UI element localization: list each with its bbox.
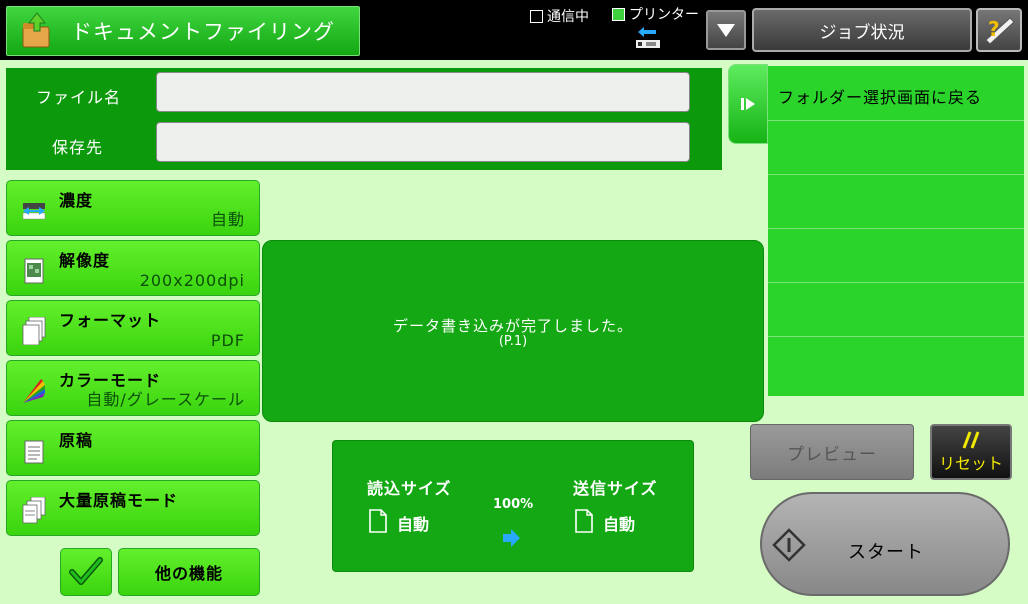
send-size-value: 自動 bbox=[603, 515, 636, 534]
checkmark-icon bbox=[69, 557, 103, 585]
size-panel: 読込サイズ 自動 100% 送信サイズ 自動 bbox=[332, 440, 694, 572]
reset-label: リセット bbox=[938, 454, 1003, 473]
document-icon bbox=[575, 509, 593, 533]
page-indicator: (P.1) bbox=[498, 334, 528, 349]
filename-label: ファイル名 bbox=[36, 88, 122, 107]
usb-transfer-icon bbox=[634, 26, 662, 50]
filename-input[interactable] bbox=[156, 72, 690, 112]
exposure-button[interactable]: 濃度 自動 bbox=[6, 180, 260, 236]
folder-list-row[interactable] bbox=[768, 228, 1024, 282]
start-diamond-icon bbox=[772, 528, 806, 562]
color-mode-button[interactable]: カラーモード 自動/グレースケール bbox=[6, 360, 260, 416]
folder-list-row[interactable] bbox=[768, 120, 1024, 174]
svg-text:?: ? bbox=[988, 17, 1000, 41]
send-size-label: 送信サイズ bbox=[573, 479, 658, 498]
start-label: スタート bbox=[848, 542, 924, 563]
exposure-value: 自動 bbox=[210, 210, 245, 229]
job-build-icon bbox=[22, 497, 46, 524]
job-status-button[interactable]: ジョブ状況 bbox=[752, 8, 972, 52]
folder-list-row[interactable] bbox=[768, 336, 1024, 390]
play-forward-icon bbox=[741, 98, 755, 110]
format-value: PDF bbox=[210, 331, 245, 350]
destination-label: 保存先 bbox=[52, 138, 104, 157]
printer-status-checkbox-icon bbox=[612, 7, 625, 21]
job-build-button[interactable]: 大量原稿モード bbox=[6, 480, 260, 536]
help-button[interactable]: ? bbox=[976, 8, 1022, 52]
folder-panel-toggle[interactable] bbox=[728, 64, 768, 144]
comm-status-label: 通信中 bbox=[547, 9, 589, 25]
original-button[interactable]: 原稿 bbox=[6, 420, 260, 476]
destination-input[interactable] bbox=[156, 122, 690, 162]
exposure-label: 濃度 bbox=[59, 191, 94, 210]
scan-size-label: 読込サイズ bbox=[367, 479, 452, 498]
printer-status-label: プリンター bbox=[629, 7, 699, 23]
folder-back-row[interactable]: フォルダー選択画面に戻る bbox=[768, 66, 1024, 120]
help-icon: ? bbox=[985, 17, 1015, 45]
status-dropdown-button[interactable] bbox=[706, 10, 746, 50]
resolution-icon bbox=[24, 258, 44, 284]
folder-list: フォルダー選択画面に戻る bbox=[768, 66, 1024, 396]
format-icon bbox=[22, 317, 46, 345]
job-build-label: 大量原稿モード bbox=[59, 491, 179, 510]
document-icon bbox=[369, 509, 387, 533]
folder-list-row[interactable] bbox=[768, 174, 1024, 228]
original-icon bbox=[24, 440, 44, 464]
format-button[interactable]: フォーマット PDF bbox=[6, 300, 260, 356]
message-panel: データ書き込みが完了しました。 (P.1) bbox=[262, 240, 764, 422]
comm-status: 通信中 bbox=[530, 6, 589, 26]
resolution-value: 200x200dpi bbox=[139, 271, 245, 290]
scan-size-value: 自動 bbox=[397, 515, 430, 534]
format-label: フォーマット bbox=[59, 311, 162, 330]
exposure-icon bbox=[22, 203, 46, 220]
printer-status: プリンター bbox=[612, 4, 699, 24]
other-functions-button[interactable]: 他の機能 bbox=[118, 548, 260, 596]
triangle-down-icon bbox=[717, 24, 735, 37]
reset-icon bbox=[962, 431, 980, 449]
completion-message: データ書き込みが完了しました。 bbox=[392, 317, 633, 335]
preview-button[interactable]: プレビュー bbox=[750, 424, 914, 480]
comm-status-checkbox-icon bbox=[530, 9, 543, 23]
original-label: 原稿 bbox=[59, 431, 94, 450]
mode-title-tab: ドキュメントファイリング bbox=[6, 6, 360, 56]
reset-button[interactable]: リセット bbox=[930, 424, 1012, 480]
start-button[interactable]: スタート bbox=[760, 492, 1010, 596]
arrow-right-icon bbox=[503, 529, 520, 547]
file-info-panel: ファイル名 保存先 bbox=[6, 68, 722, 170]
resolution-label: 解像度 bbox=[59, 251, 111, 270]
color-mode-icon bbox=[23, 379, 45, 403]
ratio-value: 100% bbox=[493, 497, 534, 512]
confirm-button[interactable] bbox=[60, 548, 112, 596]
folder-list-row[interactable] bbox=[768, 282, 1024, 336]
page-title: ドキュメントファイリング bbox=[71, 20, 335, 44]
folder-back-label: フォルダー選択画面に戻る bbox=[778, 88, 983, 107]
folder-upload-icon bbox=[17, 11, 57, 51]
color-mode-value: 自動/グレースケール bbox=[86, 390, 245, 409]
resolution-button[interactable]: 解像度 200x200dpi bbox=[6, 240, 260, 296]
